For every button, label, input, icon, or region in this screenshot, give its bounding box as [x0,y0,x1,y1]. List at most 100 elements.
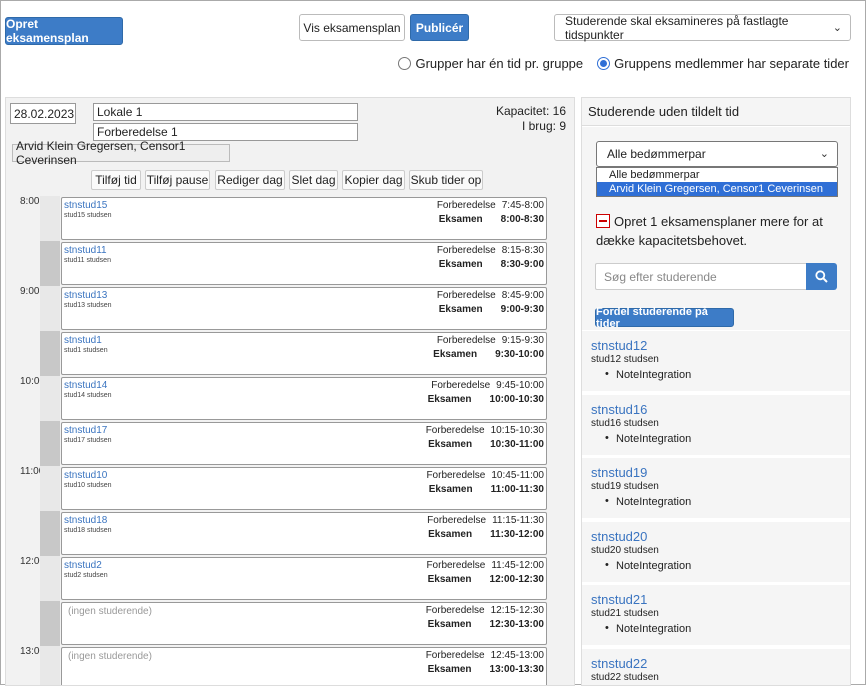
distribute-students-button[interactable]: Fordel studerende på tider [595,308,734,327]
search-icon [815,270,828,283]
student-link[interactable]: stnstud21 [591,592,647,607]
prep-time-range: 10:15-10:30 [491,425,544,436]
exam-time: Eksamen12:30-13:00 [428,619,544,630]
chevron-down-icon: ⌄ [833,20,842,33]
group-mode-radios: Grupper har én tid pr. gruppe Gruppens m… [398,56,849,71]
prep-time: Forberedelse11:15-11:30 [427,515,544,526]
exam-time: Eksamen11:30-12:00 [428,529,544,540]
prep-label: Forberedelse [426,425,485,436]
unassigned-students-panel: Studerende uden tildelt tid Alle bedømme… [581,97,851,686]
dropdown-option-selected[interactable]: Arvid Klein Gregersen, Censor1 Ceverinse… [597,182,837,196]
exam-time-range: 9:00-9:30 [501,304,544,315]
list-item: stnstud20stud20 studsenNoteIntegration [582,522,851,582]
list-item: stnstud22stud22 studsenNoteIntegration [582,649,851,686]
student-fullname: stud21 studsen [591,608,659,619]
exam-label: Eksamen [428,664,472,675]
student-note: NoteIntegration [616,369,691,381]
exam-slot[interactable]: stnstud13stud13 studsenForberedelse8:45-… [61,287,547,330]
prep-time-range: 11:15-11:30 [492,515,544,526]
examiner-pair-dropdown: Alle bedømmerpar Arvid Klein Gregersen, … [596,167,838,197]
exam-time-range: 11:30-12:00 [490,529,544,540]
examiner-pair-value: Alle bedømmerpar [607,147,706,161]
mode-select[interactable]: Studerende skal eksamineres på fastlagte… [554,14,851,41]
search-input[interactable]: Søg efter studerende [595,263,806,290]
prep-time: Forberedelse10:45-11:00 [426,470,544,481]
slot-gutter [40,376,60,421]
room-field[interactable]: Lokale 1 [93,103,358,121]
student-note: NoteIntegration [616,560,691,572]
warning-text: Opret 1 eksamensplaner mere for at dække… [596,214,823,248]
student-link[interactable]: stnstud13 [64,290,107,301]
capacity-label: Kapacitet: 16 [496,104,566,118]
student-fullname: stud16 studsen [591,418,659,429]
student-link[interactable]: stnstud1 [64,335,102,346]
exam-slot[interactable]: stnstud18stud18 studsenForberedelse11:15… [61,512,547,555]
exam-time-range: 8:00-8:30 [501,214,544,225]
publish-button[interactable]: Publicér [410,14,469,41]
examiner-pair-select[interactable]: Alle bedømmerpar ⌄ [596,141,838,167]
no-students-label: (ingen studerende) [68,651,152,662]
radio-one-time-per-group[interactable]: Grupper har én tid pr. gruppe [398,56,583,71]
search-button[interactable] [806,263,837,290]
student-link[interactable]: stnstud2 [64,560,102,571]
date-field[interactable]: 28.02.2023 [10,103,76,124]
student-link[interactable]: stnstud14 [64,380,107,391]
radio-button[interactable] [398,57,411,70]
exam-slot[interactable]: stnstud17stud17 studsenForberedelse10:15… [61,422,547,465]
student-link[interactable]: stnstud16 [591,402,647,417]
student-link[interactable]: stnstud10 [64,470,107,481]
exam-time-range: 9:30-10:00 [495,349,544,360]
student-link[interactable]: stnstud15 [64,200,107,211]
exam-slot[interactable]: stnstud2stud2 studsenForberedelse11:45-1… [61,557,547,600]
exam-time-range: 8:30-9:00 [501,259,544,270]
exam-label: Eksamen [429,484,473,495]
create-plan-button[interactable]: Opret eksamensplan [5,17,123,45]
student-fullname: stud1 studsen [64,347,108,354]
exam-time: Eksamen13:00-13:30 [428,664,544,675]
delete-day-button[interactable]: Slet dag [289,170,338,190]
exam-label: Eksamen [439,214,483,225]
prep-time: Forberedelse12:15-12:30 [426,605,544,616]
exam-slot[interactable]: stnstud10stud10 studsenForberedelse10:45… [61,467,547,510]
add-pause-button[interactable]: Tilføj pause [145,170,210,190]
student-search: Søg efter studerende [595,263,837,290]
chevron-down-icon: ⌄ [820,147,829,160]
radio-button-selected[interactable] [597,57,610,70]
slot-gutter [40,196,60,241]
slot-gutter [40,331,60,376]
exam-plan-panel: 28.02.2023 Lokale 1 Forberedelse 1 Arvid… [5,97,575,686]
prep-label: Forberedelse [431,380,490,391]
prep-time: Forberedelse11:45-12:00 [426,560,544,571]
examiners-field[interactable]: Arvid Klein Gregersen, Censor1 Ceverinse… [12,144,230,162]
exam-slot[interactable]: stnstud14stud14 studsenForberedelse9:45-… [61,377,547,420]
student-link[interactable]: stnstud17 [64,425,107,436]
exam-slot[interactable]: stnstud15stud15 studsenForberedelse7:45-… [61,197,547,240]
exam-slot[interactable]: stnstud11stud11 studsenForberedelse8:15-… [61,242,547,285]
add-time-button[interactable]: Tilføj tid [91,170,141,190]
student-fullname: stud11 studsen [64,257,111,264]
student-link[interactable]: stnstud22 [591,656,647,671]
prep-label: Forberedelse [437,335,496,346]
prep-time: Forberedelse8:45-9:00 [437,290,544,301]
push-times-up-button[interactable]: Skub tider op [409,170,483,190]
capacity-warning: Opret 1 eksamensplaner mere for at dække… [596,212,836,250]
student-link[interactable]: stnstud18 [64,515,107,526]
student-link[interactable]: stnstud11 [64,245,107,256]
student-link[interactable]: stnstud20 [591,529,647,544]
radio-separate-times[interactable]: Gruppens medlemmer har separate tider [597,56,849,71]
exam-slot[interactable]: stnstud1stud1 studsenForberedelse9:15-9:… [61,332,547,375]
view-plan-button[interactable]: Vis eksamensplan [299,14,405,41]
prep-label: Forberedelse [426,650,485,661]
exam-slot[interactable]: (ingen studerende)Forberedelse12:15-12:3… [61,602,547,645]
exam-label: Eksamen [428,574,472,585]
dropdown-option[interactable]: Alle bedømmerpar [597,168,837,182]
student-link[interactable]: stnstud19 [591,465,647,480]
exam-time: Eksamen9:30-10:00 [433,349,544,360]
exam-time: Eksamen10:00-10:30 [428,394,544,405]
prep-time-range: 12:45-13:00 [491,650,544,661]
student-link[interactable]: stnstud12 [591,338,647,353]
prep-time: Forberedelse 12:45-13:00 [426,650,544,661]
exam-slot[interactable]: (ingen studerende) Forberedelse 12:45-13:0… [61,647,547,686]
edit-day-button[interactable]: Rediger dag [215,170,285,190]
copy-day-button[interactable]: Kopier dag [342,170,405,190]
